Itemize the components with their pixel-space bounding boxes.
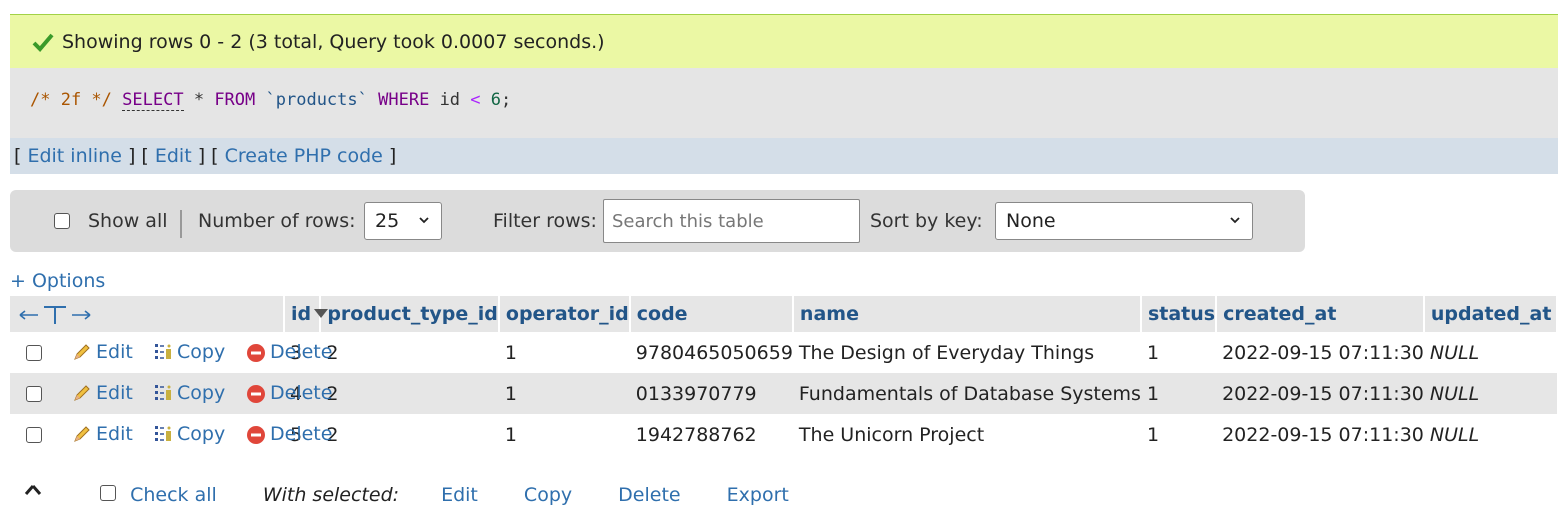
- row-copy-action[interactable]: Copy: [153, 423, 225, 445]
- show-all-checkbox[interactable]: [54, 213, 70, 229]
- show-all-control[interactable]: Show all: [54, 190, 168, 252]
- cell-created-at[interactable]: 2022-09-15 07:11:30: [1216, 373, 1424, 414]
- row-actions: Edit Copy Delete: [10, 332, 332, 373]
- filter-rows-label: Filter rows:: [493, 210, 597, 232]
- results-table: id product_type_id operator_id code name…: [10, 296, 1558, 455]
- cell-updated-at[interactable]: NULL: [1423, 373, 1557, 414]
- bulk-copy-action[interactable]: Copy: [524, 484, 572, 506]
- checkmark-icon: [32, 33, 54, 52]
- row-checkbox[interactable]: [26, 386, 42, 402]
- column-header-name[interactable]: name: [792, 296, 1142, 332]
- row-checkbox[interactable]: [26, 345, 42, 361]
- with-selected-label: With selected:: [262, 484, 400, 506]
- cell-operator-id[interactable]: 1: [498, 414, 630, 455]
- row-checkbox[interactable]: [26, 427, 42, 443]
- column-header-created-at[interactable]: created_at: [1216, 296, 1425, 332]
- table-row: Edit Copy Delete 3 2 1 9780465050659 The…: [10, 332, 1557, 373]
- delete-icon: [247, 426, 265, 444]
- copy-icon: [155, 344, 171, 359]
- cell-product-type-id[interactable]: 2: [320, 373, 499, 414]
- table-row: Edit Copy Delete 4 2 1 0133970779 Fundam…: [10, 373, 1557, 414]
- show-all-label: Show all: [88, 210, 168, 232]
- number-of-rows-select[interactable]: 25: [364, 202, 442, 240]
- row-edit-action[interactable]: Edit: [72, 341, 133, 363]
- cell-code[interactable]: 9780465050659: [629, 332, 793, 373]
- sql-query: /* 2f */ SELECT * FROM `products` WHERE …: [30, 90, 512, 111]
- create-php-code-link[interactable]: Create PHP code: [225, 145, 383, 167]
- cell-name[interactable]: Fundamentals of Database Systems: [792, 373, 1141, 414]
- cell-name[interactable]: The Design of Everyday Things: [792, 332, 1141, 373]
- sql-query-box: /* 2f */ SELECT * FROM `products` WHERE …: [10, 68, 1558, 138]
- row-copy-action[interactable]: Copy: [153, 382, 225, 404]
- copy-icon: [155, 426, 171, 441]
- query-links: [ Edit inline ] [ Edit ] [ Create PHP co…: [10, 138, 1558, 174]
- success-text: Showing rows 0 - 2 (3 total, Query took …: [62, 30, 605, 53]
- row-actions: Edit Copy Delete: [10, 373, 332, 414]
- pencil-icon: [74, 344, 90, 360]
- bulk-delete-action[interactable]: Delete: [618, 484, 680, 506]
- check-all-checkbox[interactable]: [100, 485, 117, 501]
- column-header-code[interactable]: code: [629, 296, 794, 332]
- cell-status[interactable]: 1: [1140, 332, 1217, 373]
- chevron-down-icon: [419, 217, 429, 224]
- options-toggle[interactable]: + Options: [10, 270, 105, 292]
- cell-operator-id[interactable]: 1: [498, 332, 630, 373]
- chevron-down-icon: [1230, 217, 1240, 224]
- cell-updated-at[interactable]: NULL: [1423, 332, 1557, 373]
- sort-by-key-select[interactable]: None: [995, 202, 1253, 240]
- copy-icon: [155, 385, 171, 400]
- column-header-product-type-id[interactable]: product_type_id: [320, 296, 500, 332]
- delete-icon: [247, 385, 265, 403]
- column-header-status[interactable]: status: [1140, 296, 1218, 332]
- cell-operator-id[interactable]: 1: [498, 373, 630, 414]
- cell-status[interactable]: 1: [1140, 373, 1217, 414]
- number-of-rows-label: Number of rows:: [198, 210, 356, 232]
- edit-inline-link[interactable]: Edit inline: [27, 145, 121, 167]
- cell-created-at[interactable]: 2022-09-15 07:11:30: [1216, 332, 1424, 373]
- column-header-updated-at[interactable]: updated_at: [1423, 296, 1558, 332]
- row-delete-action[interactable]: Delete: [246, 423, 332, 445]
- filter-rows-input[interactable]: Search this table: [603, 199, 860, 243]
- cell-name[interactable]: The Unicorn Project: [792, 414, 1141, 455]
- sort-by-key-label: Sort by key:: [870, 210, 983, 232]
- sort-triangle-icon[interactable]: [314, 309, 328, 319]
- column-resize-header: [10, 296, 328, 332]
- bulk-edit-action[interactable]: Edit: [441, 484, 478, 506]
- pencil-icon: [74, 385, 90, 401]
- cell-created-at[interactable]: 2022-09-15 07:11:30: [1216, 414, 1424, 455]
- row-edit-action[interactable]: Edit: [72, 423, 133, 445]
- cell-code[interactable]: 1942788762: [629, 414, 793, 455]
- bulk-export-action[interactable]: Export: [727, 484, 789, 506]
- row-actions: Edit Copy Delete: [10, 414, 332, 455]
- success-message: Showing rows 0 - 2 (3 total, Query took …: [10, 14, 1558, 68]
- sql-select-keyword[interactable]: SELECT: [122, 90, 184, 111]
- cell-code[interactable]: 0133970779: [629, 373, 793, 414]
- table-navigation-bar: Show all Number of rows: 25 Filter rows:…: [10, 190, 1305, 252]
- row-copy-action[interactable]: Copy: [153, 341, 225, 363]
- bulk-actions-bar: Check all With selected: Edit Copy Delet…: [24, 484, 789, 506]
- cell-product-type-id[interactable]: 2: [320, 332, 499, 373]
- pencil-icon: [74, 426, 90, 442]
- divider: [180, 210, 182, 238]
- check-all-label[interactable]: Check all: [130, 484, 217, 506]
- table-row: Edit Copy Delete 5 2 1 1942788762 The Un…: [10, 414, 1557, 455]
- row-delete-action[interactable]: Delete: [246, 382, 332, 404]
- column-resize-arrows-icon[interactable]: [18, 304, 92, 326]
- column-header-operator-id[interactable]: operator_id: [498, 296, 631, 332]
- delete-icon: [247, 344, 265, 362]
- edit-link[interactable]: Edit: [155, 145, 192, 167]
- row-edit-action[interactable]: Edit: [72, 382, 133, 404]
- row-delete-action[interactable]: Delete: [246, 341, 332, 363]
- cell-product-type-id[interactable]: 2: [320, 414, 499, 455]
- cell-updated-at[interactable]: NULL: [1423, 414, 1557, 455]
- cell-status[interactable]: 1: [1140, 414, 1217, 455]
